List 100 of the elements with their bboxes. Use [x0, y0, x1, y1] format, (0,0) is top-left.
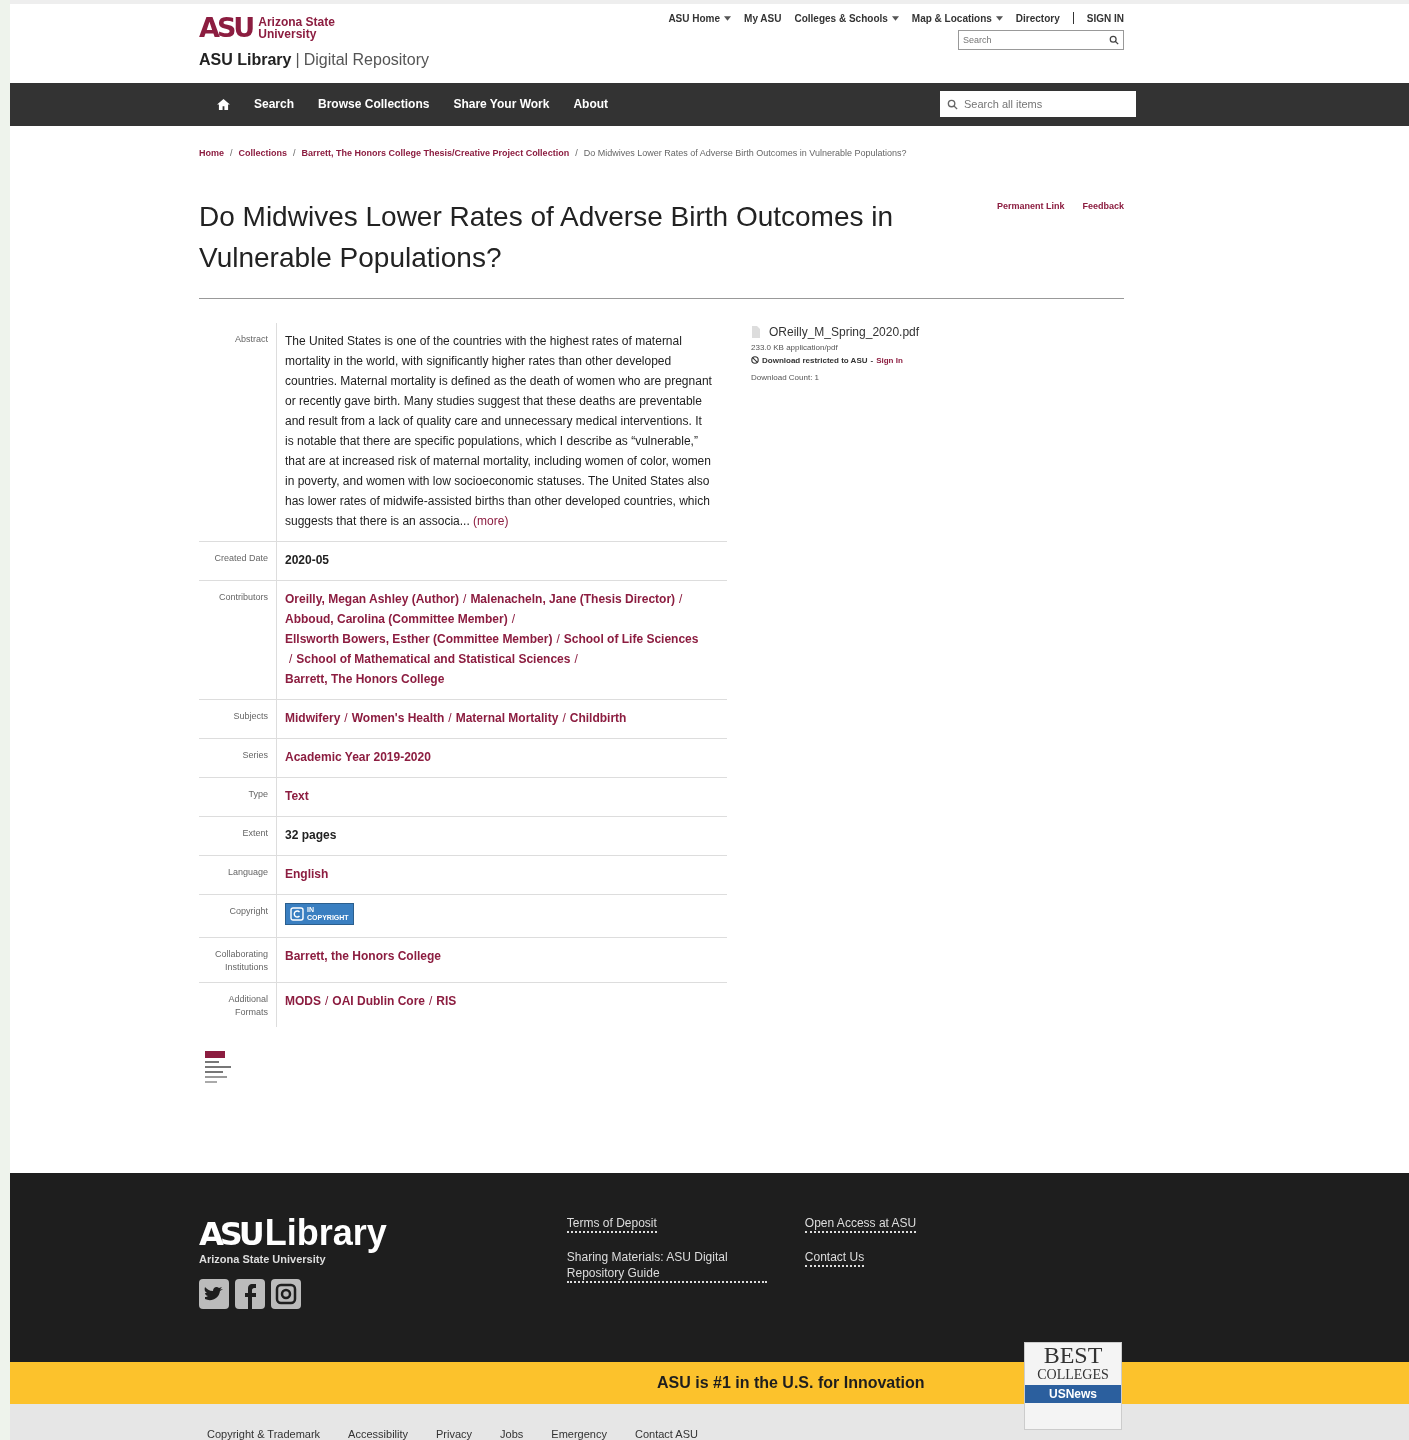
link-separator: / [429, 992, 433, 1010]
field-label: Abstract [235, 333, 268, 344]
metadata-link[interactable]: Women's Health [351, 707, 445, 728]
sign-in-link[interactable]: Sign In [876, 355, 903, 365]
twitter-icon[interactable] [199, 1279, 229, 1310]
field-label: Type [248, 788, 268, 799]
link-separator: / [463, 590, 467, 608]
metadata-link[interactable]: Maternal Mortality [455, 707, 559, 728]
caret-icon [891, 15, 899, 21]
link-separator: / [344, 709, 348, 727]
separator: - [870, 355, 874, 365]
search-icon[interactable] [1109, 35, 1119, 45]
download-count: Download Count: 1 [751, 372, 821, 382]
abstract-text: The United States is one of the countries with the highest rates of maternal mortality in the world, with significantly higher rates than other developed countries. Maternal mortality is defined as the death of women who are pregnant or recently gave birth. Many studies suggest that these deaths are preventable and result from a lack of quality care and unnecessary medical interventions. It is notable that there are specific populations, which I describe as “vulnerable,” that are at increased risk of maternal mortality, including women of color, women in poverty, and women with low socioeconomic statuses. The United States also has lower rates of midwife-assisted births than other developed countries, which suggests that there is an associa... (more) [285, 332, 713, 530]
file-name: OReilly_M_Spring_2020.pdf [769, 324, 920, 339]
top-nav-link[interactable]: Directory [1015, 12, 1060, 24]
top-nav-link[interactable]: Map & Locations [911, 12, 1003, 24]
legal-link[interactable]: Emergency [551, 1428, 607, 1440]
metadata-link[interactable]: RIS [436, 990, 457, 1011]
link-separator: / [556, 630, 560, 648]
legal-link[interactable]: Jobs [500, 1428, 524, 1440]
field-label: Additional Formats [228, 993, 268, 1017]
nav-link[interactable]: Search [254, 97, 295, 112]
field-label: Subjects [233, 710, 268, 721]
university-name: Arizona State University [258, 15, 335, 40]
copyright-icon [290, 906, 304, 921]
legal-link[interactable]: Privacy [436, 1428, 473, 1440]
title-divider: | [295, 51, 300, 69]
restriction-text: Download restricted to ASU [762, 355, 868, 365]
footer-link[interactable]: Terms of Deposit [566, 1215, 657, 1234]
metadata-link[interactable]: Childbirth [569, 707, 627, 728]
breadcrumb-link[interactable]: Barrett, The Honors College Thesis/Creative Project Collection [301, 147, 570, 158]
facebook-icon[interactable] [235, 1279, 265, 1310]
field-label: Extent [242, 827, 268, 838]
metadata-link[interactable]: Barrett, the Honors College [285, 945, 442, 966]
link-separator: / [679, 590, 683, 608]
metadata-link[interactable]: Ellsworth Bowers, Esther (Committee Member) [285, 628, 553, 649]
top-nav-link[interactable]: SIGN IN [1086, 12, 1124, 24]
breadcrumb-separator: / [293, 147, 296, 158]
breadcrumb-separator: / [575, 147, 578, 158]
link-separator: / [448, 709, 452, 727]
metadata-link[interactable]: School of Life Sciences [563, 628, 699, 649]
field-label: Language [227, 866, 268, 877]
nav-link[interactable]: About [573, 97, 609, 112]
legal-link[interactable]: Contact ASU [634, 1428, 698, 1440]
search-field[interactable]: Search all items [940, 91, 1136, 118]
link-separator: / [289, 650, 293, 668]
home-icon[interactable] [217, 98, 230, 110]
metadata-link[interactable]: Text [285, 785, 309, 806]
nav-link[interactable]: Browse Collections [318, 97, 430, 112]
metadata-link[interactable]: Barrett, The Honors College [285, 668, 445, 689]
asu-logo[interactable]: ASU [199, 14, 253, 41]
caret-icon [995, 15, 1003, 21]
caret-icon [724, 15, 732, 21]
action-link[interactable]: Feedback [1082, 200, 1124, 278]
footer-link[interactable]: Contact Us [804, 1249, 865, 1268]
field-label: Copyright [229, 905, 268, 916]
breadcrumb-current[interactable]: Do Midwives Lower Rates of Adverse Birth Outcomes in Vulnerable Populations? [583, 147, 907, 158]
top-nav-link[interactable]: Colleges & Schools [794, 12, 899, 24]
more-link[interactable]: (more) [473, 513, 509, 528]
metadata-link[interactable]: Midwifery [285, 707, 341, 728]
instagram-icon[interactable] [271, 1279, 301, 1310]
metadata-link[interactable]: Oreilly, Megan Ashley (Author) [285, 588, 460, 609]
top-nav-link[interactable]: ASU Home [668, 12, 732, 24]
field-value: 2020-05 [285, 552, 330, 567]
ranking-badge: BEST COLLEGES USNews [1024, 1342, 1122, 1431]
metadata-link[interactable]: MODS [285, 990, 321, 1011]
field-value: 32 pages [285, 827, 337, 842]
nav-link[interactable]: Share Your Work [453, 97, 550, 112]
field-label: Created Date [214, 552, 268, 563]
field-label: Contributors [218, 591, 268, 602]
link-separator: / [511, 610, 516, 628]
top-nav-link[interactable]: My ASU [744, 12, 782, 24]
legal-link[interactable]: Copyright & Trademark [207, 1428, 321, 1440]
field-label: Series [242, 749, 268, 760]
innovation-banner-text: ASU is #1 in the U.S. for Innovation [657, 1374, 925, 1393]
file-icon [751, 325, 761, 338]
link-separator: / [562, 709, 566, 727]
footer-link[interactable]: Sharing Materials: ASU Digital Repository Guide [566, 1249, 767, 1284]
action-link[interactable]: Permanent Link [996, 200, 1065, 278]
metadata-link[interactable]: Malenacheln, Jane (Thesis Director) [470, 588, 676, 609]
metadata-link[interactable]: Academic Year 2019-2020 [285, 746, 431, 767]
field-label: Collaborating Institutions [214, 948, 268, 972]
link-separator: / [574, 650, 578, 668]
legal-link[interactable]: Accessibility [348, 1428, 408, 1440]
metadata-link[interactable]: School of Mathematical and Statistical Sciences [296, 648, 571, 669]
metadata-link[interactable]: English [285, 863, 329, 884]
breadcrumb-link[interactable]: Home [199, 147, 224, 158]
site-title[interactable]: ASU Library [199, 51, 292, 69]
item-title: Do Midwives Lower Rates of Adverse Birth Outcomes in Vulnerable Populations? [199, 199, 895, 275]
breadcrumb-separator: / [230, 147, 233, 158]
metadata-link[interactable]: Abboud, Carolina (Committee Member) [285, 608, 508, 629]
library-logo[interactable]: ASU [199, 1218, 261, 1251]
search-field[interactable]: Search [958, 30, 1124, 50]
footer-link[interactable]: Open Access at ASU [804, 1215, 917, 1234]
file-info: 233.0 KB application/pdf [751, 342, 839, 352]
metadata-link[interactable]: OAI Dublin Core [332, 990, 425, 1011]
university-name: Arizona State University [199, 1253, 326, 1266]
breadcrumb-link[interactable]: Collections [238, 147, 288, 158]
link-separator: / [325, 992, 329, 1010]
